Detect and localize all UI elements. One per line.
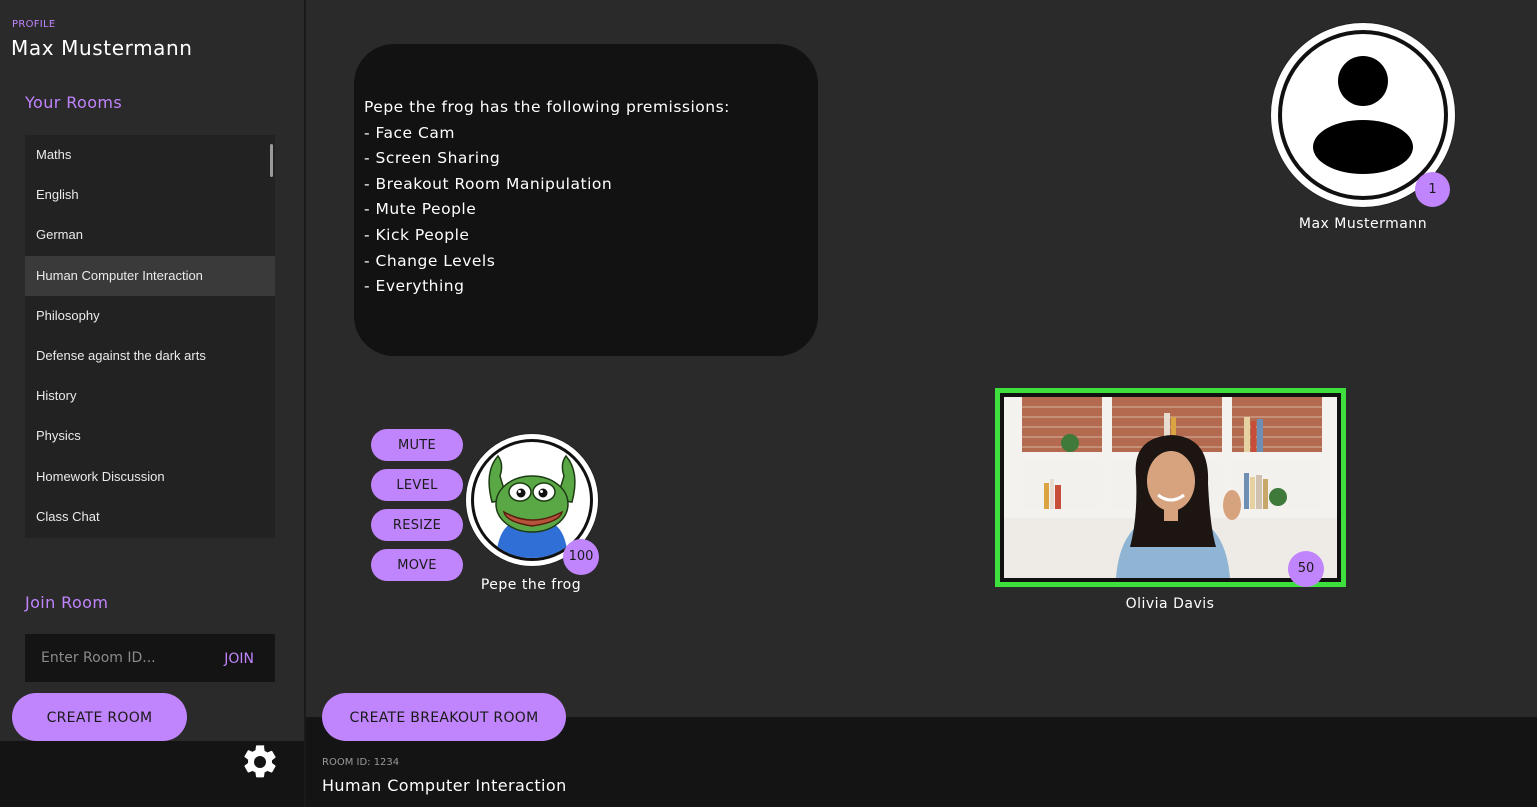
level-button[interactable]: LEVEL: [371, 469, 463, 501]
permission-item: - Change Levels: [364, 251, 496, 270]
room-item-homework-discussion[interactable]: Homework Discussion: [25, 457, 275, 497]
room-item-physics[interactable]: Physics: [25, 416, 275, 456]
permissions-heading: Pepe the frog has the following premissi…: [364, 98, 730, 116]
permissions-text: Pepe the frog has the following premissi…: [364, 95, 730, 300]
room-item-defense-against-the-dark-arts[interactable]: Defense against the dark arts: [25, 336, 275, 376]
sidebar: PROFILE Max Mustermann Your Rooms Maths …: [0, 0, 306, 807]
permission-item: - Screen Sharing: [364, 149, 501, 168]
room-list[interactable]: Maths English German Human Computer Inte…: [25, 135, 275, 538]
your-rooms-title: Your Rooms: [25, 93, 123, 112]
room-item-history[interactable]: History: [25, 376, 275, 416]
room-item-class-chat[interactable]: Class Chat: [25, 497, 275, 537]
permission-item: - Kick People: [364, 225, 470, 244]
permission-item: - Mute People: [364, 200, 477, 219]
permissions-card: Pepe the frog has the following premissi…: [354, 44, 818, 356]
level-badge-olivia: 50: [1288, 551, 1324, 587]
room-item-human-computer-interaction[interactable]: Human Computer Interaction: [25, 255, 275, 296]
profile-caption: PROFILE: [12, 19, 56, 30]
room-list-scrollbar[interactable]: [270, 144, 273, 177]
room-id-input[interactable]: [25, 634, 215, 682]
gear-icon[interactable]: [240, 742, 280, 782]
mute-button[interactable]: MUTE: [371, 429, 463, 461]
create-breakout-room-button[interactable]: CREATE BREAKOUT ROOM: [322, 693, 566, 741]
join-button[interactable]: JOIN: [224, 651, 254, 667]
room-id-label: ROOM ID: 1234: [322, 757, 400, 768]
room-item-german[interactable]: German: [25, 215, 275, 255]
room-item-philosophy[interactable]: Philosophy: [25, 296, 275, 336]
profile-name[interactable]: Max Mustermann: [11, 36, 193, 60]
create-room-button[interactable]: CREATE ROOM: [12, 693, 187, 741]
participant-name-pepe: Pepe the frog: [480, 577, 582, 593]
room-item-english[interactable]: English: [25, 175, 275, 215]
room-item-maths[interactable]: Maths: [25, 135, 275, 175]
participant-name-olivia: Olivia Davis: [1125, 596, 1215, 612]
permission-item: - Breakout Room Manipulation: [364, 174, 613, 193]
resize-button[interactable]: RESIZE: [371, 509, 463, 541]
join-room-box: JOIN: [25, 634, 275, 682]
permission-item: - Face Cam: [364, 123, 455, 142]
join-room-title: Join Room: [25, 593, 109, 612]
participant-name-max: Max Mustermann: [1298, 216, 1428, 232]
room-title: Human Computer Interaction: [322, 776, 567, 795]
video-feed: [1004, 397, 1337, 578]
permission-item: - Everything: [364, 277, 465, 296]
level-badge-pepe: 100: [563, 539, 599, 575]
level-badge-max: 1: [1415, 172, 1450, 207]
